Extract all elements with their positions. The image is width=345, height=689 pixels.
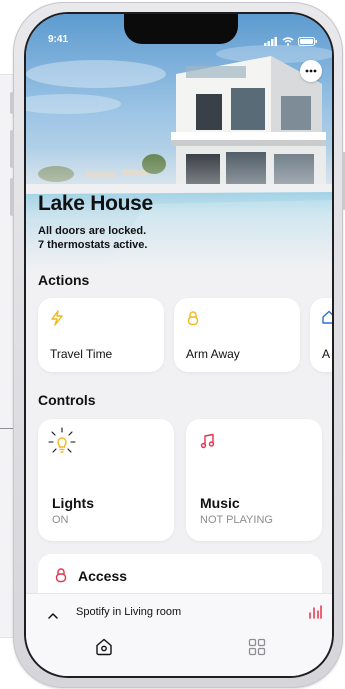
equalizer-icon [308, 605, 322, 624]
house-icon [322, 310, 332, 329]
control-card-lights[interactable]: Lights ON [38, 419, 174, 541]
home-status-line: All doors are locked. [38, 225, 147, 237]
control-name: Lights [52, 495, 94, 511]
chevron-up-icon[interactable] [48, 607, 58, 625]
section-title-controls: Controls [38, 392, 96, 408]
page: 9:41 Lake House All doors are locked. 7 … [0, 0, 345, 689]
tab-bar [26, 631, 332, 676]
now-playing-text: Spotify in Living room [76, 606, 182, 618]
phone-side-button [10, 92, 14, 114]
status-icons [264, 33, 318, 51]
phone-side-button [10, 130, 14, 168]
signal-icon [264, 33, 278, 51]
action-card-partial[interactable]: A [310, 298, 332, 372]
music-note-icon [200, 433, 216, 454]
lock-icon [54, 567, 68, 588]
control-name: Music [200, 495, 240, 511]
action-label: Travel Time [50, 347, 113, 361]
action-label: Arm Away [186, 347, 240, 361]
lock-icon [186, 310, 200, 331]
more-options-button[interactable] [300, 60, 322, 82]
action-card-arm-away[interactable]: Arm Away [174, 298, 300, 372]
phone-screen: 9:41 Lake House All doors are locked. 7 … [26, 14, 332, 676]
action-card-travel-time[interactable]: Travel Time [38, 298, 164, 372]
home-icon [96, 638, 112, 656]
dynamic-island [124, 14, 238, 44]
ellipsis-icon [305, 69, 317, 73]
access-label: Access [78, 568, 128, 584]
control-card-music[interactable]: Music NOT PLAYING [186, 419, 322, 541]
wifi-icon [282, 33, 294, 51]
lightbulb-icon [48, 427, 76, 464]
tab-home[interactable] [94, 637, 114, 662]
home-status: All doors are locked. 7 thermostats acti… [38, 224, 147, 252]
tab-grid[interactable] [248, 638, 266, 661]
grid-icon [248, 638, 266, 656]
battery-icon [298, 33, 318, 51]
home-title: Lake House [38, 192, 153, 215]
status-time: 9:41 [48, 34, 69, 45]
home-status-line: 7 thermostats active. [38, 239, 148, 251]
phone-side-button [10, 178, 14, 216]
control-state: NOT PLAYING [200, 514, 273, 526]
now-playing-bar[interactable]: Spotify in Living room [26, 593, 332, 632]
section-title-actions: Actions [38, 272, 90, 288]
lightning-icon [50, 310, 64, 331]
control-state: ON [52, 514, 69, 526]
action-label: A [322, 347, 331, 361]
